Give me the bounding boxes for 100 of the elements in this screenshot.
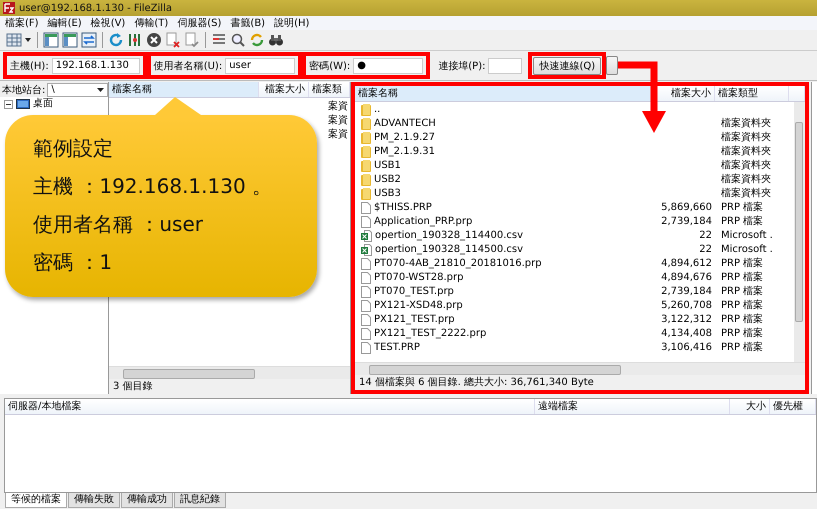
file-row[interactable]: $THISS.PRP 5,869,660 PRP 檔案 (355, 201, 794, 215)
file-row[interactable]: PT070_TEST.prp 2,739,184 PRP 檔案 (355, 285, 794, 299)
password-label: 密碼(W): (309, 60, 350, 72)
desktop-icon (16, 98, 30, 110)
quickconnect-button[interactable]: 快速連線(Q) (533, 56, 602, 74)
horizontal-scrollbar[interactable] (355, 362, 805, 375)
cancel-icon[interactable] (146, 32, 162, 48)
file-type: Microsoft . (720, 243, 774, 257)
file-row[interactable]: USB3 檔案資料夾 (355, 187, 794, 201)
file-name: PX121_TEST_2222.prp (374, 327, 486, 341)
file-row[interactable]: .. (355, 103, 794, 117)
host-label: 主機(H): (10, 60, 49, 72)
folder-icon (361, 118, 371, 130)
file-type: PRP 檔案 (720, 257, 764, 271)
tab[interactable]: 傳輸成功 (121, 493, 173, 508)
username-label: 使用者名稱(U): (154, 60, 222, 72)
columns-icon[interactable] (127, 32, 143, 48)
file-row[interactable]: PM_2.1.9.31 檔案資料夾 (355, 145, 794, 159)
file-name: ADVANTECH (374, 117, 436, 131)
menu-item[interactable]: 編輯(E) (48, 16, 82, 30)
file-size: 22 (698, 243, 713, 257)
file-row[interactable]: ADVANTECH 檔案資料夾 (355, 117, 794, 131)
spreadsheet-icon (361, 230, 372, 242)
file-size: 4,894,676 (660, 271, 713, 285)
column-header[interactable]: 遠端檔案 (535, 399, 730, 414)
column-header[interactable]: 優先權 (770, 399, 816, 414)
column-header[interactable]: 檔案大小 (655, 86, 715, 101)
folder-icon (361, 146, 371, 158)
refresh-icon[interactable] (108, 32, 124, 48)
file-row[interactable]: PT070-WST28.prp 4,894,676 PRP 檔案 (355, 271, 794, 285)
file-name: PT070_TEST.prp (374, 285, 454, 299)
file-name: TEST.PRP (374, 341, 420, 355)
caret-icon[interactable] (25, 38, 32, 42)
file-name: Application_PRP.prp (374, 215, 472, 229)
path-combo[interactable]: \ (47, 82, 108, 96)
file-row[interactable]: PX121_TEST_2222.prp 4,134,408 PRP 檔案 (355, 327, 794, 341)
file-size: 3,122,312 (660, 313, 713, 327)
file-row[interactable]: PT070-4AB_21810_20181016.prp 4,894,612 PRP 檔案 (355, 257, 794, 271)
panel-icon[interactable] (62, 32, 78, 48)
app-icon (3, 2, 15, 14)
file-icon (361, 272, 371, 284)
horizontal-scrollbar[interactable] (109, 366, 350, 379)
menu-item[interactable]: 檔案(F) (5, 16, 39, 30)
column-header[interactable]: 檔案名稱 (109, 82, 259, 97)
file-row[interactable]: PX121_TEST.prp 3,122,312 PRP 檔案 (355, 313, 794, 327)
dropdown-button[interactable] (606, 56, 618, 75)
column-header[interactable]: 伺服器/本地檔案 (5, 399, 535, 414)
column-header[interactable]: 大小 (730, 399, 770, 414)
file-size: 3,106,416 (660, 341, 713, 355)
file-row[interactable]: TEST.PRP 3,106,416 PRP 檔案 (355, 341, 794, 355)
file-row[interactable]: PM_2.1.9.27 檔案資料夾 (355, 131, 794, 145)
callout-text: 密碼 ：1 (33, 249, 112, 276)
tab[interactable]: 訊息紀錄 (174, 493, 226, 508)
port-field[interactable] (488, 58, 522, 74)
table-cell: 案資 (328, 128, 348, 142)
search-icon[interactable] (230, 32, 246, 48)
file-name: $THISS.PRP (374, 201, 432, 215)
vertical-scrollbar[interactable] (794, 102, 805, 362)
file-row[interactable]: USB2 檔案資料夾 (355, 173, 794, 187)
column-header[interactable]: 檔案類 (309, 82, 350, 97)
menu-item[interactable]: 說明(H) (274, 16, 310, 30)
file-type: PRP 檔案 (720, 285, 764, 299)
file-row[interactable]: PX121-XSD48.prp 5,260,708 PRP 檔案 (355, 299, 794, 313)
tree-item[interactable]: 桌面 (33, 98, 53, 110)
file-row[interactable]: Application_PRP.prp 2,739,184 PRP 檔案 (355, 215, 794, 229)
file-size: 22 (698, 229, 713, 243)
binoculars-icon[interactable] (268, 32, 284, 48)
password-field[interactable]: ● (353, 58, 424, 74)
tab[interactable]: 等候的檔案 (5, 493, 67, 508)
panel-icon[interactable] (43, 32, 59, 48)
menu-item[interactable]: 檢視(V) (90, 16, 126, 30)
file-row[interactable]: opertion_190328_114400.csv 22 Microsoft . (355, 229, 794, 243)
file-name: PX121-XSD48.prp (374, 299, 463, 313)
menu-item[interactable]: 伺服器(S) (177, 16, 222, 30)
menu-item[interactable]: 書籤(B) (230, 16, 266, 30)
callout-text: 主機 ：192.168.1.130 。 (33, 173, 272, 200)
file-type: 檔案資料夾 (720, 173, 772, 187)
file-icon (361, 300, 371, 312)
callout-tail (155, 97, 201, 115)
local-status: 3 個目錄 (109, 379, 350, 394)
file-row[interactable]: USB1 檔案資料夾 (355, 159, 794, 173)
grid-icon[interactable] (6, 32, 22, 48)
column-header[interactable]: 檔案大小 (259, 82, 309, 97)
file-row[interactable]: opertion_190328_114500.csv 22 Microsoft . (355, 243, 794, 257)
expander-icon[interactable] (4, 100, 13, 108)
username-field[interactable]: user (225, 58, 296, 74)
file-name: opertion_190328_114400.csv (375, 229, 524, 243)
host-field[interactable]: 192.168.1.130 (52, 58, 140, 74)
menu-item[interactable]: 傳輸(T) (134, 16, 168, 30)
file-size: 5,260,708 (660, 299, 713, 313)
callout-text: 使用者名稱 ：user (33, 211, 203, 238)
page-check-icon[interactable] (184, 32, 200, 48)
file-icon (361, 314, 371, 326)
folder-icon (361, 188, 371, 200)
tab[interactable]: 傳輸失敗 (68, 493, 120, 508)
page-cross-icon[interactable] (165, 32, 181, 48)
file-type: Microsoft . (720, 229, 774, 243)
arrows-icon[interactable] (81, 32, 97, 48)
column-header[interactable]: 檔案類型 (715, 86, 789, 101)
file-name: PM_2.1.9.31 (374, 145, 436, 159)
